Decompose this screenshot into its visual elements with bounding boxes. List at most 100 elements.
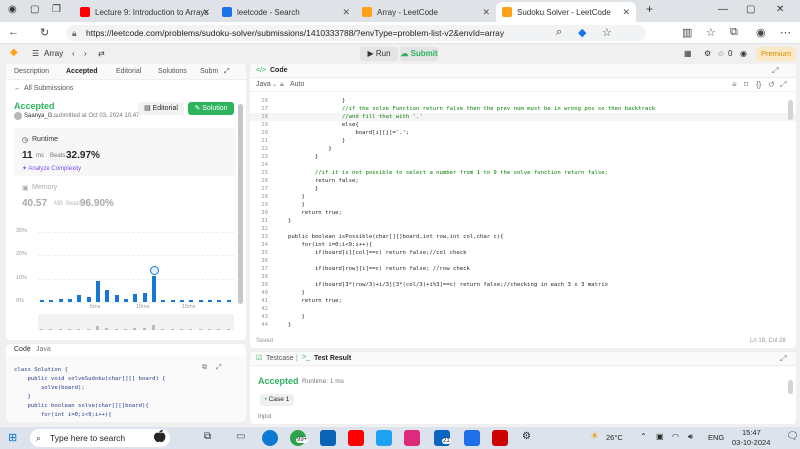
fullscreen-icon[interactable]: ⤢ [216, 364, 222, 372]
analyze-complexity-link[interactable]: ✦ Analyze Complexity [22, 165, 81, 172]
expand-icon[interactable]: ⤢ [772, 66, 778, 76]
more-icon[interactable]: ⋯ [780, 26, 791, 39]
browser-tab-lecture[interactable]: Lecture 9: Introduction to Arrays ✕ [74, 2, 216, 22]
tab-solutions[interactable]: Solutions [158, 68, 187, 75]
scrollbar[interactable] [788, 100, 793, 120]
settings-icon[interactable]: ⚙ [704, 49, 711, 58]
avatar[interactable] [14, 112, 22, 120]
extension-icon[interactable]: ◆ [578, 26, 586, 39]
weather-temp[interactable]: 26°C [606, 433, 623, 442]
chart-bar[interactable] [180, 300, 184, 302]
profile-avatar-icon[interactable]: ◉ [756, 26, 766, 39]
maximize-icon[interactable]: ⤢ [780, 80, 786, 90]
editorial-button[interactable]: ▤ Editorial [138, 102, 184, 115]
split-screen-icon[interactable]: ▥ [682, 26, 692, 39]
outlook-icon[interactable] [320, 430, 336, 446]
tab-description[interactable]: Description [14, 68, 49, 75]
chart-bar[interactable] [96, 281, 100, 302]
close-icon[interactable]: ✕ [342, 7, 350, 18]
code-line[interactable]: 41 return true; [250, 297, 796, 305]
chevron-down-icon[interactable]: ⌄ [272, 81, 277, 88]
streak-icon[interactable]: 🔥︎ [718, 49, 724, 59]
runtime-distribution-chart[interactable]: 30% 20% 10% 0% 5ms 10ms 15ms [16, 224, 238, 334]
chart-bar[interactable] [226, 300, 231, 302]
chart-bar[interactable] [58, 298, 63, 302]
task-view-icon[interactable]: ⧉ [204, 431, 211, 442]
code-line[interactable]: 27 } [250, 185, 796, 193]
code-line[interactable]: 37 if(board[row][i]==c) return false; //… [250, 265, 796, 273]
code-line[interactable]: 33 public boolean isPossible(char[][]boar… [250, 233, 796, 241]
code-line[interactable]: 44} [250, 321, 796, 329]
language-indicator[interactable]: ENG [708, 433, 724, 442]
code-line[interactable]: 42 [250, 305, 796, 313]
close-icon[interactable]: ✕ [482, 7, 490, 18]
wifi-icon[interactable]: ◠ [672, 432, 679, 441]
tab-test-result[interactable]: Test Result [314, 355, 351, 362]
chart-bar[interactable] [124, 298, 128, 302]
expand-icon[interactable]: ⤢ [780, 354, 786, 364]
submit-button[interactable]: ☁ Submit [400, 47, 438, 61]
chart-bar[interactable] [152, 276, 156, 302]
code-line[interactable]: 32 [250, 225, 796, 233]
minimize-button[interactable]: — [718, 4, 728, 15]
code-line[interactable]: 30 return true; [250, 209, 796, 217]
code-line[interactable]: 43 } [250, 313, 796, 321]
chart-bar[interactable] [170, 300, 175, 302]
chart-bar[interactable] [142, 292, 147, 302]
code-line[interactable]: 18 //and fill that with '.' [250, 113, 796, 121]
language-select[interactable]: Java [256, 81, 271, 88]
code-line[interactable]: 28 } [250, 193, 796, 201]
maximize-button[interactable]: ▢ [746, 4, 755, 15]
pdf-icon[interactable] [492, 430, 508, 446]
browser-tab-array[interactable]: Array - LeetCode ✕ [356, 2, 496, 22]
back-icon[interactable]: ← [8, 26, 19, 38]
scrollbar[interactable] [788, 380, 793, 394]
code-line[interactable]: 17 //if the solve Function return false … [250, 105, 796, 113]
copy-icon[interactable]: ⧉ [202, 364, 207, 372]
prev-problem-icon[interactable]: ‹ [72, 49, 75, 58]
premium-button[interactable]: Premium [756, 47, 796, 61]
leetcode-logo-icon[interactable]: ◆ [10, 47, 18, 58]
chart-bar[interactable] [40, 300, 44, 302]
browser-tab-search[interactable]: leetcode - Search ✕ [216, 2, 356, 22]
chart-bar[interactable] [208, 300, 212, 302]
runtime-card[interactable]: ◷ Runtime 11 ms Beats 32.97% ✦ Analyze C… [14, 128, 236, 176]
code-line[interactable]: 40 } [250, 289, 796, 297]
settings-icon[interactable]: ⚙ [522, 431, 531, 442]
notification-center-icon[interactable]: 🗨︎ [786, 431, 799, 442]
scrollbar[interactable] [238, 104, 243, 304]
instagram-icon[interactable] [404, 430, 420, 446]
clock-time[interactable]: 15:47 [742, 428, 761, 437]
code-line[interactable]: 24 [250, 161, 796, 169]
weather-icon[interactable]: ☀ [590, 431, 599, 442]
avatar[interactable]: ◉ [740, 49, 747, 58]
format-icon[interactable]: ≡ [732, 80, 737, 89]
run-button[interactable]: ▶ Run [360, 47, 398, 61]
chart-bar[interactable] [161, 300, 166, 302]
tab-accepted[interactable]: Accepted [66, 68, 98, 75]
chart-bar[interactable] [217, 300, 222, 302]
next-problem-icon[interactable]: › [84, 49, 87, 58]
code-line[interactable]: 36 [250, 257, 796, 265]
windows-start-icon[interactable]: ⊞ [8, 431, 17, 444]
expand-icon[interactable]: ⤢ [224, 68, 230, 76]
file-explorer-icon[interactable]: ▭ [236, 431, 245, 442]
close-icon[interactable]: ✕ [202, 7, 210, 18]
volume-icon[interactable]: 🔊︎ [688, 432, 693, 442]
chart-bar[interactable] [86, 297, 91, 302]
chart-bar[interactable] [49, 300, 54, 302]
solution-button[interactable]: ✎ Solution [188, 102, 234, 115]
edge-icon[interactable] [262, 430, 278, 446]
azure-icon[interactable] [464, 430, 480, 446]
case-1-tab[interactable]: • Case 1 [260, 394, 294, 406]
clock-date[interactable]: 03-10-2024 [732, 438, 770, 447]
collections-icon[interactable]: ⧉ [730, 26, 738, 39]
code-line[interactable]: 29 } [250, 201, 796, 209]
code-line[interactable]: 22 } [250, 145, 796, 153]
problem-list-icon[interactable]: ☰ [32, 49, 39, 58]
code-line[interactable]: 31} [250, 217, 796, 225]
tab-editorial[interactable]: Editorial [116, 68, 141, 75]
close-window-button[interactable]: ✕ [776, 4, 784, 15]
code-line[interactable]: 34 for(int i=0;i<9;i++){ [250, 241, 796, 249]
browser-tab-sudoku[interactable]: Sudoku Solver - LeetCode ✕ [496, 2, 636, 22]
